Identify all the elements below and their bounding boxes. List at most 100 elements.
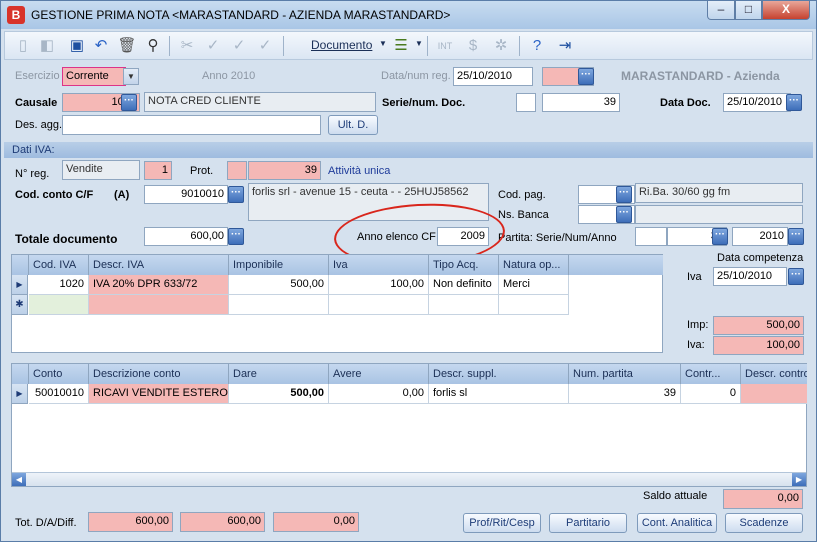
cell-imponibile[interactable]: 500,00	[229, 275, 329, 295]
chevron-down-icon[interactable]: ▼	[379, 39, 387, 48]
column-header[interactable]: Descr. IVA	[89, 255, 229, 275]
partita-lookup-button[interactable]: ···	[712, 228, 728, 245]
new-cell[interactable]	[229, 295, 329, 315]
serie-num-field[interactable]: 39	[542, 93, 620, 112]
codpag-desc: Ri.Ba. 30/60 gg fm	[635, 183, 803, 203]
currency-icon[interactable]: $	[463, 36, 483, 56]
nreg-value: Vendite	[62, 160, 140, 180]
esercizio-select[interactable]: Corrente	[62, 67, 126, 86]
column-header[interactable]: Tipo Acq.	[429, 255, 499, 275]
chevron-down-icon[interactable]: ▼	[415, 39, 423, 48]
cell-num-partita[interactable]: 39	[569, 384, 681, 404]
column-header[interactable]: Iva	[329, 255, 429, 275]
copy-icon[interactable]: ◧	[37, 36, 57, 56]
totale-field[interactable]: 600,00	[144, 227, 228, 246]
cell-dare[interactable]: 500,00	[229, 384, 329, 404]
prot-field[interactable]: 39	[248, 161, 321, 180]
ult-d-button[interactable]: Ult. D.	[328, 115, 378, 135]
column-header[interactable]: Descr. suppl.	[429, 364, 569, 384]
cell-descr-iva[interactable]: IVA 20% DPR 633/72	[89, 275, 229, 295]
column-header[interactable]: Descrizione conto	[89, 364, 229, 384]
cut-icon[interactable]: ✂	[177, 36, 197, 56]
new-row-icon[interactable]: ✱	[12, 295, 28, 315]
scroll-right-icon[interactable]: ▶	[792, 473, 806, 486]
partitario-button[interactable]: Partitario	[549, 513, 627, 533]
partita-anno-lookup-button[interactable]: ···	[788, 228, 804, 245]
cell-descrizione-conto[interactable]: RICAVI VENDITE ESTERO...	[89, 384, 229, 404]
nsbanca-label: Ns. Banca	[498, 209, 549, 221]
cell-avere[interactable]: 0,00	[329, 384, 429, 404]
nsbanca-lookup-button[interactable]: ···	[616, 206, 632, 223]
int-icon[interactable]: INT	[435, 36, 455, 56]
maximize-button[interactable]: □	[735, 1, 762, 20]
cell-contr[interactable]: 0	[681, 384, 741, 404]
serie-field[interactable]	[516, 93, 536, 112]
nreg-num-field[interactable]: 1	[144, 161, 172, 180]
cell-conto[interactable]: 50010010	[29, 384, 89, 404]
close-button[interactable]: X	[762, 1, 810, 20]
totale-lookup-button[interactable]: ···	[228, 228, 244, 245]
exit-icon[interactable]: ⇥	[555, 36, 575, 56]
title-bar: B GESTIONE PRIMA NOTA <MARASTANDARD - AZ…	[1, 1, 816, 29]
cell-natura[interactable]: Merci	[499, 275, 569, 295]
delete-icon[interactable]: 🗑	[117, 36, 137, 56]
documento-menu[interactable]: Documento	[311, 38, 372, 52]
cont-analitica-button[interactable]: Cont. Analitica	[637, 513, 717, 533]
help-icon[interactable]: ?	[527, 36, 547, 56]
partita-anno-field[interactable]: 2010	[732, 227, 788, 246]
check3-icon[interactable]: ✓	[255, 36, 275, 56]
causale-lookup-button[interactable]: ···	[121, 94, 137, 111]
save-icon[interactable]: ▣	[67, 36, 87, 56]
column-header[interactable]: Avere	[329, 364, 429, 384]
horizontal-scrollbar[interactable]: ◀ ▶	[12, 472, 806, 486]
column-header[interactable]: Dare	[229, 364, 329, 384]
new-cell[interactable]	[329, 295, 429, 315]
cell-descr-suppl[interactable]: forlis sl	[429, 384, 569, 404]
undo-icon[interactable]: ↶	[91, 36, 111, 56]
datanum-lookup-button[interactable]: ···	[578, 68, 594, 85]
check-icon[interactable]: ✓	[203, 36, 223, 56]
check2-icon[interactable]: ✓	[229, 36, 249, 56]
list-icon[interactable]: ☰	[391, 36, 411, 56]
desagg-field[interactable]	[62, 115, 321, 135]
codpag-label: Cod. pag.	[498, 189, 546, 201]
column-header[interactable]: Num. partita	[569, 364, 681, 384]
codpag-lookup-button[interactable]: ···	[616, 186, 632, 203]
new-cell[interactable]	[429, 295, 499, 315]
column-header[interactable]: Conto	[29, 364, 89, 384]
scadenze-button[interactable]: Scadenze	[725, 513, 803, 533]
new-cell[interactable]	[89, 295, 229, 315]
column-header[interactable]: Descr. contro...	[741, 364, 807, 384]
column-header[interactable]: Natura op...	[499, 255, 569, 275]
calendar-button[interactable]: ···	[786, 94, 802, 111]
find-icon[interactable]: ⚲	[143, 36, 163, 56]
company-name: MARASTANDARD - Azienda	[621, 69, 780, 83]
new-cell[interactable]	[499, 295, 569, 315]
row-pointer-icon[interactable]: ▶	[12, 384, 28, 404]
scroll-left-icon[interactable]: ◀	[12, 473, 26, 486]
codconto-field[interactable]: 9010010	[144, 185, 228, 204]
tot-label: Tot. D/A/Diff.	[15, 517, 77, 529]
datadoc-field[interactable]: 25/10/2010	[723, 93, 791, 112]
toolbar: ▯ ◧ ▣ ↶ 🗑 ⚲ ✂ ✓ ✓ ✓ Documento ▼ ☰ ▼ INT …	[4, 31, 813, 60]
codconto-lookup-button[interactable]: ···	[228, 186, 244, 203]
cell-tipo-acq[interactable]: Non definito	[429, 275, 499, 295]
prot-serie-field[interactable]	[227, 161, 247, 180]
partita-serie-field[interactable]	[635, 227, 667, 246]
settings-icon[interactable]: ✲	[491, 36, 511, 56]
datacomp-calendar-button[interactable]: ···	[788, 268, 804, 285]
column-header[interactable]: Contr...	[681, 364, 741, 384]
column-header[interactable]: Imponibile	[229, 255, 329, 275]
datanum-date-field[interactable]: 25/10/2010	[453, 67, 533, 86]
minimize-button[interactable]: –	[707, 1, 735, 20]
cell-iva[interactable]: 100,00	[329, 275, 429, 295]
column-header[interactable]: Cod. IVA	[29, 255, 89, 275]
new-icon[interactable]: ▯	[13, 36, 33, 56]
prof-rit-cesp-button[interactable]: Prof/Rit/Cesp	[463, 513, 541, 533]
new-cell[interactable]	[29, 295, 89, 315]
chevron-down-icon[interactable]: ▼	[123, 68, 139, 85]
cell-codiva[interactable]: 1020	[29, 275, 89, 295]
cell-descr-contro[interactable]	[741, 384, 807, 404]
datacomp-field[interactable]: 25/10/2010	[713, 267, 787, 286]
row-pointer-icon[interactable]: ▶	[12, 275, 28, 295]
